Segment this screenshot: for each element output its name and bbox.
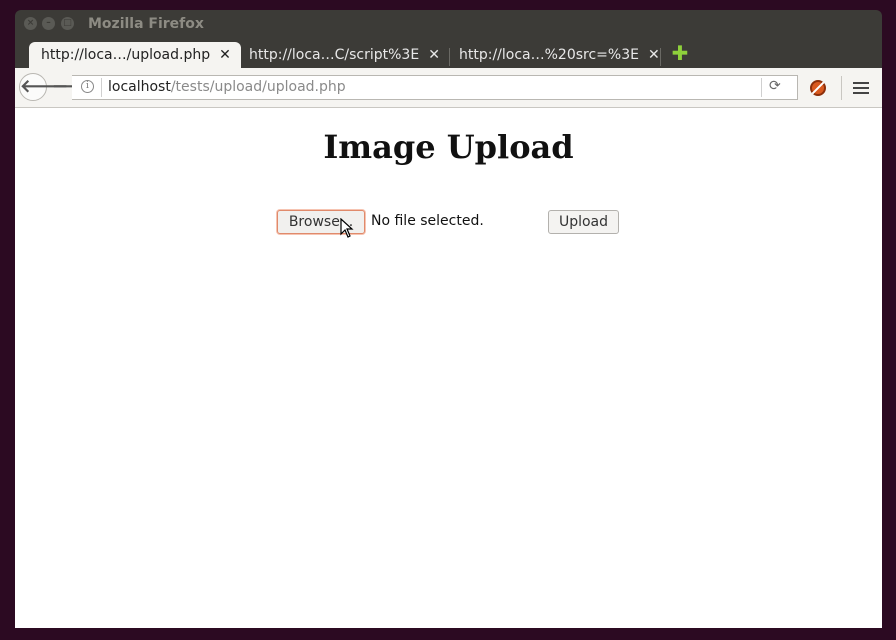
- tab-strip: http://loca…/upload.php ✕ http://loca…C/s…: [15, 38, 882, 68]
- menu-line: [853, 87, 869, 89]
- page-title: Image Upload: [323, 128, 574, 166]
- url-text[interactable]: localhost/tests/upload/upload.php: [108, 79, 346, 95]
- tab-divider: [660, 48, 661, 66]
- tab-title: http://loca…%20src=%3E: [459, 47, 639, 63]
- back-arrow-icon[interactable]: 🡐: [19, 73, 68, 101]
- url-host: localhost: [108, 79, 171, 95]
- reload-icon[interactable]: ⟳: [769, 78, 781, 94]
- tab-close-icon[interactable]: ✕: [648, 47, 660, 63]
- tab-close-icon[interactable]: ✕: [219, 47, 231, 63]
- title-bar: × – □ Mozilla Firefox: [15, 10, 882, 38]
- tab-close-icon[interactable]: ✕: [428, 47, 440, 63]
- window-maximize-icon[interactable]: □: [61, 17, 74, 30]
- window-minimize-icon[interactable]: –: [42, 17, 55, 30]
- forward-arrow-icon[interactable]: 🡒: [52, 76, 100, 98]
- tab-script[interactable]: http://loca…C/script%3E ✕: [237, 42, 447, 68]
- browser-window: × – □ Mozilla Firefox http://loca…/uploa…: [15, 10, 882, 628]
- new-tab-plus-icon[interactable]: ✚: [670, 43, 690, 63]
- window-close-icon[interactable]: ×: [24, 17, 37, 30]
- url-divider: [101, 78, 102, 97]
- menu-line: [853, 92, 869, 94]
- site-info-icon[interactable]: i: [81, 80, 94, 93]
- menu-line: [853, 82, 869, 84]
- reload-divider: [761, 78, 762, 97]
- toolbar-divider: [841, 76, 842, 100]
- url-path: /tests/upload/upload.php: [170, 79, 346, 95]
- no-script-icon[interactable]: [810, 80, 826, 96]
- mouse-pointer-icon: [340, 218, 354, 238]
- file-status-text: No file selected.: [371, 213, 484, 229]
- tab-src[interactable]: http://loca…%20src=%3E ✕: [447, 42, 660, 68]
- window-title: Mozilla Firefox: [88, 16, 204, 32]
- tab-upload[interactable]: http://loca…/upload.php ✕: [29, 42, 241, 68]
- tab-title: http://loca…/upload.php: [41, 47, 211, 63]
- url-bar[interactable]: i localhost/tests/upload/upload.php ⟳: [72, 75, 798, 100]
- navigation-toolbar: 🡐 🡒 i localhost/tests/upload/upload.php …: [15, 68, 882, 108]
- upload-button[interactable]: Upload: [548, 210, 619, 234]
- page-content: Image Upload Browse... No file selected.…: [15, 108, 882, 628]
- hamburger-menu-icon[interactable]: [853, 82, 869, 94]
- tab-title: http://loca…C/script%3E: [249, 47, 420, 63]
